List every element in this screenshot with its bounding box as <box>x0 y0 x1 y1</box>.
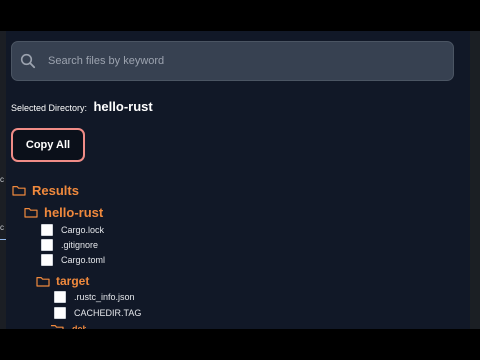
file-label: .gitignore <box>61 240 99 250</box>
folder-label: Results <box>32 183 79 198</box>
file-label: Cargo.toml <box>61 255 106 265</box>
file-checkbox[interactable] <box>54 291 66 303</box>
tree-file-row[interactable]: Cargo.toml <box>41 254 105 266</box>
file-explorer-panel: Selected Directory: hello-rust Copy All … <box>6 31 470 329</box>
background-text-fragment: c <box>0 223 4 232</box>
folder-icon <box>36 276 50 287</box>
copy-all-button[interactable]: Copy All <box>11 128 85 162</box>
selected-directory-value: hello-rust <box>93 99 153 114</box>
background-window-edge-right <box>470 31 480 329</box>
file-label: .rustc_info.json <box>74 292 135 302</box>
folder-label: target <box>56 274 90 288</box>
folder-icon <box>24 208 38 218</box>
tree-folder-target[interactable]: target <box>36 274 89 288</box>
selected-directory: Selected Directory: hello-rust <box>11 98 153 116</box>
file-label: CACHEDIR.TAG <box>74 308 142 318</box>
tree-file-row[interactable]: Cargo.lock <box>41 224 104 236</box>
file-checkbox[interactable] <box>41 254 53 266</box>
search-icon <box>20 53 36 69</box>
search-bar[interactable] <box>11 41 454 81</box>
bottom-letterbox <box>0 329 480 360</box>
tree-file-row[interactable]: .rustc_info.json <box>54 291 135 303</box>
selected-directory-label: Selected Directory: <box>11 103 88 113</box>
search-input[interactable] <box>48 51 428 71</box>
file-label: Cargo.lock <box>61 225 105 235</box>
background-text-fragment: c <box>0 175 4 184</box>
file-checkbox[interactable] <box>41 224 53 236</box>
tree-folder-hello-rust[interactable]: hello-rust <box>24 205 103 220</box>
tree-folder-results[interactable]: Results <box>12 183 79 198</box>
tree-file-row[interactable]: CACHEDIR.TAG <box>54 307 141 319</box>
file-checkbox[interactable] <box>54 307 66 319</box>
tree-file-row[interactable]: .gitignore <box>41 239 98 251</box>
folder-icon <box>12 186 26 196</box>
top-letterbox <box>0 0 480 31</box>
file-checkbox[interactable] <box>41 239 53 251</box>
folder-label: hello-rust <box>44 205 104 220</box>
